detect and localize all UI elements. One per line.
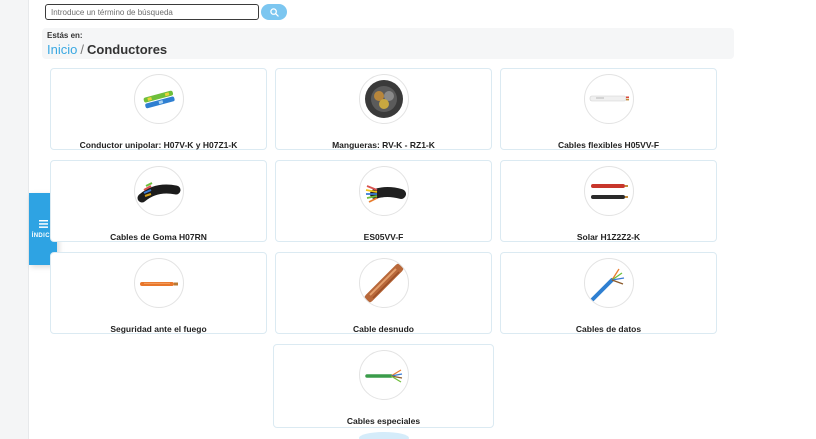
breadcrumb-home-link[interactable]: Inicio: [47, 42, 77, 57]
category-label: Solar H1Z2Z2-K: [576, 232, 641, 242]
left-rail: [0, 0, 29, 439]
breadcrumb: Estás en: Inicio / Conductores: [42, 28, 734, 59]
category-label: Seguridad ante el fuego: [110, 324, 207, 334]
breadcrumb-label: Estás en:: [47, 31, 83, 40]
category-card-especiales[interactable]: Cables especiales: [273, 344, 494, 428]
solar-cable-icon: [583, 166, 634, 216]
category-label: Mangueras: RV-K - RZ1-K: [332, 140, 435, 150]
category-card-mangueras[interactable]: Mangueras: RV-K - RZ1-K: [275, 68, 492, 150]
hose-cable-icon: [358, 74, 409, 124]
category-card-flexibles[interactable]: Cables flexibles H05VV-F: [500, 68, 717, 150]
bare-copper-cable-icon: [358, 258, 409, 308]
scroll-indicator: [359, 432, 409, 439]
category-card-solar[interactable]: Solar H1Z2Z2-K: [500, 160, 717, 242]
category-label: Cables especiales: [346, 416, 421, 426]
category-card-unipolar[interactable]: Conductor unipolar: H07V-K y H07Z1-K: [50, 68, 267, 150]
menu-icon: [38, 219, 48, 228]
page-title: Conductores: [86, 42, 168, 57]
fire-safety-cable-icon: [133, 258, 184, 308]
unipolar-cable-icon: [133, 74, 184, 124]
category-card-fuego[interactable]: Seguridad ante el fuego: [50, 252, 267, 334]
search-button[interactable]: [261, 4, 287, 20]
category-card-goma[interactable]: Cables de Goma H07RN: [50, 160, 267, 242]
category-card-datos[interactable]: Cables de datos: [500, 252, 717, 334]
breadcrumb-separator: /: [80, 42, 84, 57]
search-icon: [269, 7, 279, 17]
search-input[interactable]: [45, 4, 259, 20]
rubber-cable-icon: [133, 166, 184, 216]
category-card-es05vv[interactable]: ES05VV-F: [275, 160, 492, 242]
flexible-cable-icon: [583, 74, 634, 124]
category-label: Cable desnudo: [353, 324, 414, 334]
multicore-cable-icon: [358, 166, 409, 216]
category-label: Cables flexibles H05VV-F: [557, 140, 660, 150]
category-label: Cables de Goma H07RN: [110, 232, 207, 242]
data-cable-icon: [583, 258, 634, 308]
category-card-desnudo[interactable]: Cable desnudo: [275, 252, 492, 334]
special-cable-icon: [358, 350, 409, 400]
category-label: Cables de datos: [575, 324, 642, 334]
search-bar: [45, 4, 287, 20]
category-label: Conductor unipolar: H07V-K y H07Z1-K: [79, 140, 238, 150]
category-label: ES05VV-F: [363, 232, 404, 242]
